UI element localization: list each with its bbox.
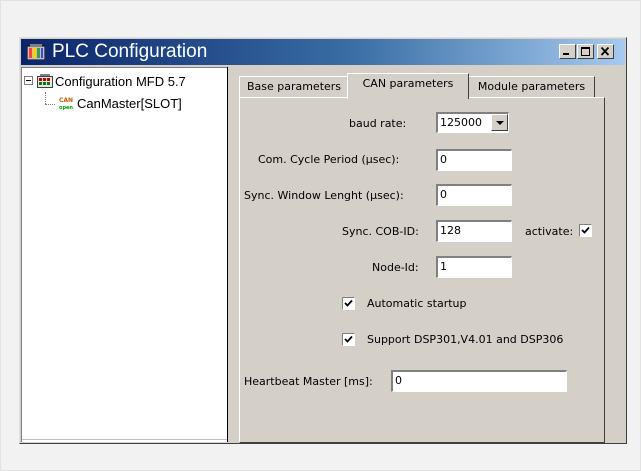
- tab-module-parameters[interactable]: Module parameters: [468, 76, 595, 98]
- checkmark-icon: [581, 226, 590, 234]
- window-title: PLC Configuration: [52, 41, 208, 62]
- heartbeat-master-input[interactable]: 0: [391, 370, 567, 392]
- tree-node-canmaster[interactable]: CanMaster[SLOT]: [77, 96, 182, 111]
- plc-configuration-window: PLC Configuration Configuration MFD 5.7: [19, 37, 627, 444]
- svg-text:open: open: [59, 105, 73, 110]
- window-client: Configuration MFD 5.7 CAN open CanMaster…: [21, 67, 625, 443]
- checkmark-icon: [344, 335, 353, 343]
- automatic-startup-label[interactable]: Automatic startup: [367, 297, 466, 310]
- baud-rate-label: baud rate:: [349, 117, 407, 130]
- support-dsp-label[interactable]: Support DSP301,V4.01 and DSP306: [367, 333, 563, 346]
- minimize-icon: [563, 53, 569, 55]
- can-open-icon: CAN open: [59, 97, 73, 110]
- svg-text:CAN: CAN: [59, 97, 73, 104]
- sync-cob-id-input[interactable]: 128: [436, 220, 512, 242]
- sync-window-input[interactable]: 0: [436, 184, 512, 206]
- maximize-button[interactable]: [577, 44, 594, 59]
- activate-checkbox[interactable]: [579, 224, 592, 237]
- node-id-label: Node-Id:: [372, 261, 419, 274]
- activate-label: activate:: [525, 225, 574, 238]
- sync-window-label: Sync. Window Lenght (µsec):: [244, 189, 404, 202]
- pane-splitter[interactable]: [227, 67, 232, 442]
- close-icon: [600, 47, 610, 56]
- config-grid-icon: [37, 74, 53, 88]
- support-dsp-checkbox[interactable]: [342, 333, 355, 346]
- tab-can-parameters[interactable]: CAN parameters: [347, 73, 469, 99]
- tree-connector: [45, 92, 46, 104]
- collapse-icon[interactable]: [24, 76, 33, 85]
- baud-rate-select[interactable]: 125000: [436, 112, 509, 133]
- sync-cob-id-label: Sync. COB-ID:: [342, 225, 419, 238]
- minimize-button[interactable]: [559, 44, 576, 59]
- configuration-tree[interactable]: Configuration MFD 5.7 CAN open CanMaster…: [21, 67, 227, 442]
- heartbeat-master-label: Heartbeat Master [ms]:: [244, 375, 373, 388]
- can-parameters-panel: baud rate: 125000 Com. Cycle Period (µse…: [239, 97, 605, 443]
- title-bar[interactable]: PLC Configuration: [21, 39, 625, 65]
- tree-root-label: Configuration MFD 5.7: [55, 74, 186, 89]
- com-cycle-label: Com. Cycle Period (µsec):: [258, 153, 400, 166]
- maximize-icon: [581, 47, 590, 56]
- close-button[interactable]: [597, 44, 614, 59]
- com-cycle-input[interactable]: 0: [436, 149, 512, 171]
- baud-rate-value: 125000: [440, 116, 482, 129]
- tree-scrollbar[interactable]: [22, 439, 227, 442]
- automatic-startup-checkbox[interactable]: [342, 297, 355, 310]
- tab-base-parameters[interactable]: Base parameters: [239, 76, 349, 98]
- chevron-down-icon[interactable]: [491, 114, 508, 131]
- tree-connector: [45, 104, 55, 105]
- plc-config-icon: [27, 44, 45, 60]
- node-id-input[interactable]: 1: [436, 256, 512, 278]
- checkmark-icon: [344, 299, 353, 307]
